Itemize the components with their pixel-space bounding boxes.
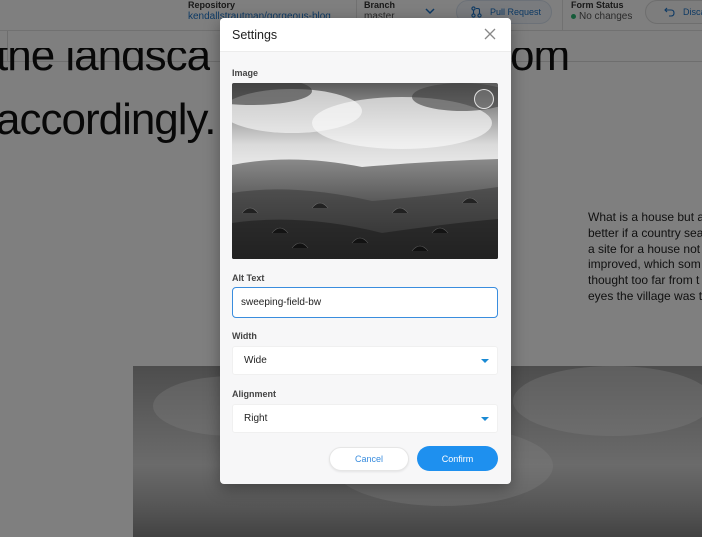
- alignment-select-value: Right: [244, 413, 268, 424]
- image-preview[interactable]: [232, 83, 498, 259]
- landscape-photo: [232, 83, 498, 259]
- width-select[interactable]: Wide: [232, 346, 498, 375]
- confirm-button[interactable]: Confirm: [417, 446, 498, 471]
- image-label: Image: [232, 68, 259, 78]
- caret-down-icon: [481, 417, 489, 421]
- image-options-toggle[interactable]: [474, 89, 494, 109]
- alt-text-label: Alt Text: [232, 273, 265, 283]
- modal-title: Settings: [232, 28, 278, 42]
- alt-text-input[interactable]: [232, 287, 498, 318]
- close-icon[interactable]: [483, 27, 497, 41]
- alignment-label: Alignment: [232, 389, 276, 399]
- modal-header: Settings: [220, 18, 511, 52]
- cancel-button[interactable]: Cancel: [329, 447, 409, 471]
- width-label: Width: [232, 331, 257, 341]
- width-select-value: Wide: [244, 355, 267, 366]
- caret-down-icon: [481, 359, 489, 363]
- settings-modal: Settings Image Alt Text sweeping-field-b…: [220, 18, 511, 484]
- alignment-select[interactable]: Right: [232, 404, 498, 433]
